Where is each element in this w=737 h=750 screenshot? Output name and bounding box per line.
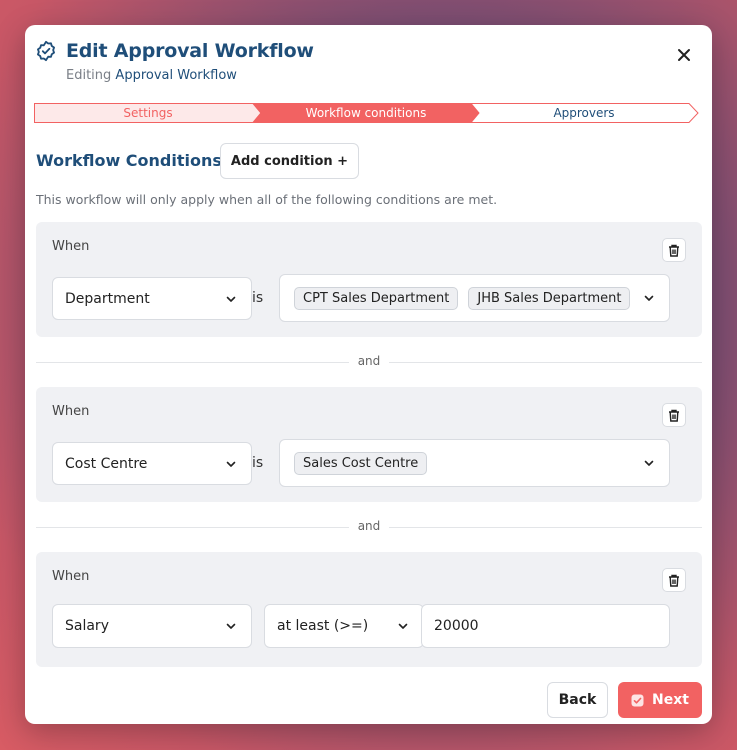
section-description: This workflow will only apply when all o… (36, 192, 498, 207)
progress-stepper: Settings Workflow conditions Approvers (34, 103, 699, 123)
chevron-down-icon (644, 460, 654, 466)
delete-condition-button[interactable] (662, 568, 686, 592)
chevron-down-icon (226, 461, 236, 467)
chevron-down-icon (226, 623, 236, 629)
modal-subtitle: Editing Approval Workflow (66, 68, 237, 83)
condition-operator-select[interactable]: at least (>=) (264, 604, 424, 648)
condition-values-select[interactable]: Sales Cost Centre (279, 439, 670, 487)
and-label: and (349, 354, 389, 368)
step-settings[interactable]: Settings (34, 103, 262, 123)
step-approvers[interactable]: Approvers (474, 103, 694, 123)
condition-card-3: When Salary at least (>=) (36, 552, 702, 667)
value-tag[interactable]: CPT Sales Department (294, 286, 459, 310)
condition-when-label: When (52, 569, 90, 584)
check-square-icon (631, 694, 644, 706)
condition-field-select[interactable]: Salary (52, 604, 252, 648)
value-tag[interactable]: Sales Cost Centre (294, 451, 428, 475)
value-tag[interactable]: JHB Sales Department (468, 286, 631, 310)
condition-values-select[interactable]: CPT Sales Department JHB Sales Departmen… (279, 274, 670, 322)
condition-operator-label: is (252, 455, 264, 471)
condition-when-label: When (52, 404, 90, 419)
chevron-down-icon (226, 296, 236, 302)
add-condition-button[interactable]: Add condition + (220, 143, 359, 179)
condition-when-label: When (52, 239, 90, 254)
delete-condition-button[interactable] (662, 238, 686, 262)
trash-icon (669, 574, 679, 587)
condition-field-select[interactable]: Department (52, 277, 252, 320)
chevron-down-icon (644, 295, 654, 301)
chevron-down-icon (398, 623, 408, 629)
section-title: Workflow Conditions (36, 151, 222, 170)
modal-title: Edit Approval Workflow (66, 40, 314, 62)
trash-icon (669, 244, 679, 257)
edit-workflow-modal: Edit Approval Workflow Editing Approval … (25, 25, 712, 724)
close-icon[interactable] (674, 45, 694, 65)
condition-field-select[interactable]: Cost Centre (52, 442, 252, 485)
condition-value-input[interactable] (421, 604, 670, 648)
back-button[interactable]: Back (547, 682, 608, 718)
and-label: and (349, 519, 389, 533)
condition-card-1: When Department is CPT Sales Department … (36, 222, 702, 337)
next-button[interactable]: Next (618, 682, 702, 718)
delete-condition-button[interactable] (662, 403, 686, 427)
condition-card-2: When Cost Centre is Sales Cost Centre (36, 387, 702, 502)
condition-operator-label: is (252, 290, 264, 306)
step-workflow-conditions[interactable]: Workflow conditions (256, 103, 476, 123)
badge-check-icon (37, 40, 55, 62)
trash-icon (669, 409, 679, 422)
